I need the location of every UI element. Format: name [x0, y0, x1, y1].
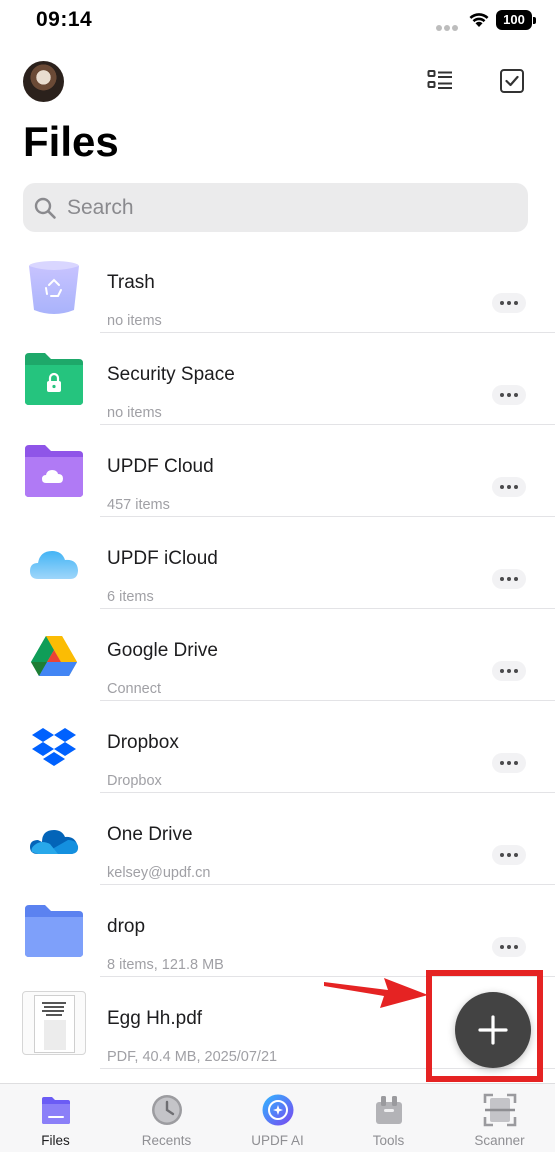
item-title: Trash — [107, 272, 155, 293]
more-options-button[interactable] — [492, 293, 526, 313]
item-subtitle: no items — [107, 405, 162, 421]
select-button[interactable] — [497, 66, 527, 96]
google-drive-icon — [22, 623, 86, 687]
locked-folder-icon — [22, 347, 86, 411]
more-options-button[interactable] — [492, 569, 526, 589]
tab-updf-ai[interactable]: UPDF AI — [222, 1084, 333, 1152]
list-item-dropbox[interactable]: Dropbox Dropbox — [0, 701, 555, 793]
item-title: Egg Hh.pdf — [107, 1008, 203, 1029]
item-title: Google Drive — [107, 640, 218, 661]
item-title: UPDF Cloud — [107, 456, 214, 477]
search-bar[interactable] — [23, 183, 528, 232]
scanner-icon — [482, 1092, 518, 1128]
list-item-one-drive[interactable]: One Drive kelsey@updf.cn — [0, 793, 555, 885]
more-options-button[interactable] — [492, 477, 526, 497]
item-subtitle: 8 items, 121.8 MB — [107, 957, 224, 973]
toolbox-icon — [371, 1092, 407, 1128]
item-title: One Drive — [107, 824, 193, 845]
list-item-drop[interactable]: drop 8 items, 121.8 MB — [0, 885, 555, 977]
avatar[interactable] — [23, 61, 64, 102]
tab-files[interactable]: Files — [0, 1084, 111, 1152]
tab-recents[interactable]: Recents — [111, 1084, 222, 1152]
list-view-icon — [427, 70, 452, 89]
item-title: UPDF iCloud — [107, 548, 218, 569]
onedrive-icon — [22, 807, 86, 871]
item-subtitle: 6 items — [107, 589, 154, 605]
clock-icon — [149, 1092, 185, 1128]
checkbox-icon — [500, 69, 524, 93]
more-options-button[interactable] — [492, 661, 526, 681]
more-options-button[interactable] — [492, 937, 526, 957]
file-list: Trash no items Security Space no items U… — [0, 241, 555, 1069]
status-time: 09:14 — [36, 8, 93, 31]
item-subtitle: PDF, 40.4 MB, 2025/07/21 — [107, 1049, 278, 1065]
pdf-thumbnail-icon — [22, 991, 86, 1055]
more-options-button[interactable] — [492, 385, 526, 405]
tab-label: Recents — [141, 1133, 192, 1148]
tab-tools[interactable]: Tools — [333, 1084, 444, 1152]
tab-label: Files — [41, 1133, 70, 1148]
item-title: Dropbox — [107, 732, 179, 753]
tab-bar: Files Recents UPDF AI Tools Scanner — [0, 1083, 555, 1152]
battery-indicator: 100 — [496, 10, 536, 30]
add-button[interactable] — [455, 992, 531, 1068]
status-bar: 09:14 100 — [0, 0, 555, 44]
annotation-arrow — [324, 978, 428, 1008]
icloud-icon — [22, 531, 86, 595]
signal-icon — [436, 18, 462, 31]
item-subtitle: Dropbox — [107, 773, 162, 789]
item-subtitle: 457 items — [107, 497, 170, 513]
wifi-icon — [469, 13, 489, 27]
tab-scanner[interactable]: Scanner — [444, 1084, 555, 1152]
cloud-folder-icon — [22, 439, 86, 503]
list-item-updf-cloud[interactable]: UPDF Cloud 457 items — [0, 425, 555, 517]
list-item-updf-icloud[interactable]: UPDF iCloud 6 items — [0, 517, 555, 609]
list-item-google-drive[interactable]: Google Drive Connect — [0, 609, 555, 701]
item-title: drop — [107, 916, 146, 937]
page-title: Files — [23, 118, 119, 165]
tab-label: Scanner — [474, 1133, 525, 1148]
tab-label: Tools — [372, 1133, 405, 1148]
more-options-button[interactable] — [492, 845, 526, 865]
item-title: Security Space — [107, 364, 235, 385]
files-icon — [38, 1092, 74, 1128]
list-item-trash[interactable]: Trash no items — [0, 241, 555, 333]
folder-icon — [22, 899, 86, 963]
dropbox-icon — [22, 715, 86, 779]
item-subtitle: no items — [107, 313, 162, 329]
search-input[interactable] — [67, 195, 487, 220]
list-item-security-space[interactable]: Security Space no items — [0, 333, 555, 425]
more-options-button[interactable] — [492, 753, 526, 773]
plus-icon — [478, 1015, 508, 1045]
ai-icon — [260, 1092, 296, 1128]
search-icon — [34, 197, 56, 219]
item-subtitle: kelsey@updf.cn — [107, 865, 211, 881]
trash-bin-icon — [22, 255, 86, 319]
tab-label: UPDF AI — [251, 1133, 304, 1148]
item-subtitle: Connect — [107, 681, 162, 697]
list-view-button[interactable] — [425, 66, 455, 96]
